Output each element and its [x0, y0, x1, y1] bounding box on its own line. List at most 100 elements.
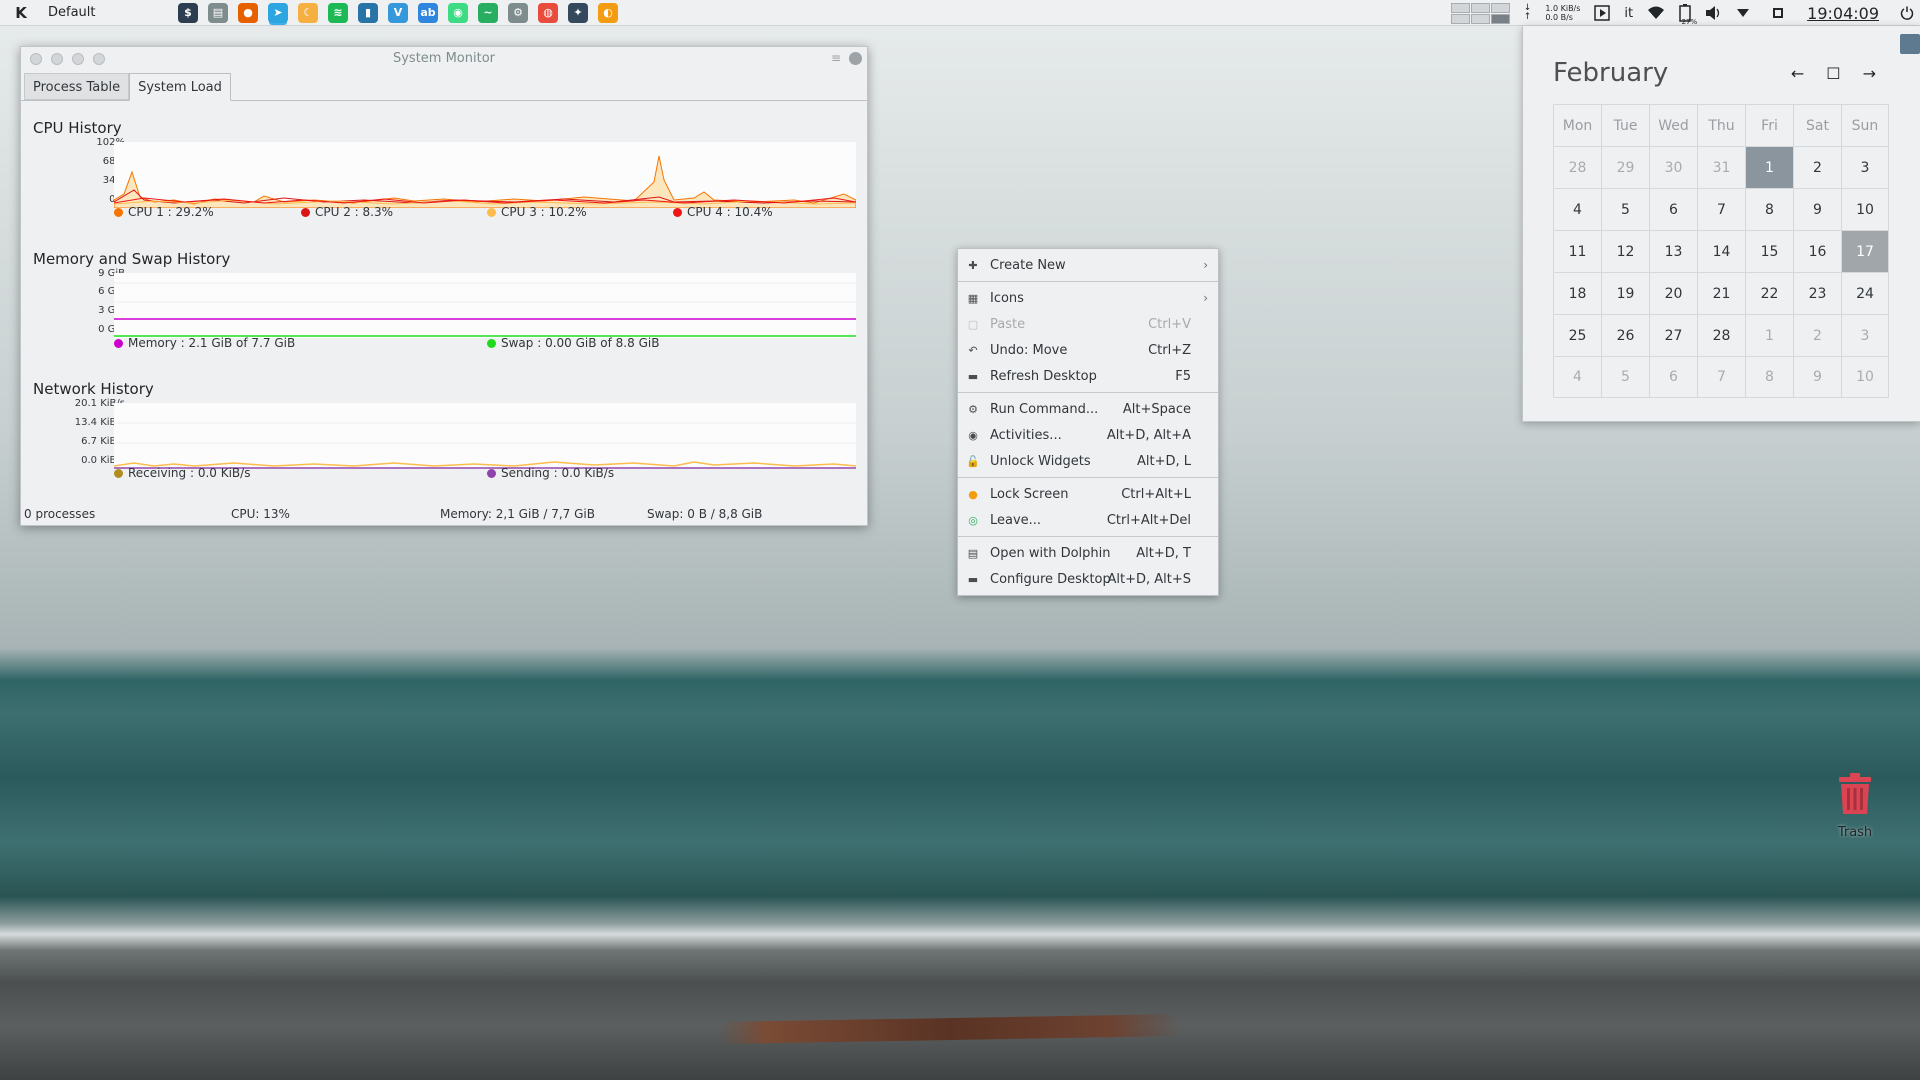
- menu-item-unlock-widgets[interactable]: 🔓 Unlock Widgets Alt+D, L: [958, 448, 1218, 474]
- calendar-day[interactable]: 9: [1793, 188, 1841, 230]
- calendar-popup: February ← ☐ → Mon Tue Wed Thu Fri Sat Sun 28 29…: [1522, 26, 1920, 422]
- calendar-day[interactable]: 9: [1793, 356, 1841, 398]
- pager-desktop-current[interactable]: [1490, 13, 1510, 24]
- calendar-day[interactable]: 15: [1745, 230, 1793, 272]
- calendar-day[interactable]: 7: [1697, 356, 1745, 398]
- calendar-day[interactable]: 14: [1697, 230, 1745, 272]
- calendar-day[interactable]: 29: [1601, 146, 1649, 188]
- calendar-month-title[interactable]: February: [1553, 58, 1668, 88]
- menu-item-leave[interactable]: ◎ Leave... Ctrl+Alt+Del: [958, 507, 1218, 533]
- calendar-day[interactable]: 30: [1649, 146, 1697, 188]
- calendar-day[interactable]: 16: [1793, 230, 1841, 272]
- calendar-day[interactable]: 19: [1601, 272, 1649, 314]
- network-speed-widget[interactable]: 1.0 KiB/s 0.0 B/s: [1545, 4, 1580, 22]
- virtual-desktop-pager[interactable]: [1450, 2, 1510, 24]
- cpu-chip-icon[interactable]: [1770, 5, 1786, 21]
- volume-icon[interactable]: [1705, 5, 1723, 21]
- pager-desktop[interactable]: [1450, 13, 1470, 24]
- power-icon[interactable]: [1900, 6, 1914, 20]
- calendar-day[interactable]: 3: [1841, 314, 1889, 356]
- pin-icon[interactable]: [1900, 34, 1920, 54]
- calendar-day[interactable]: 27: [1649, 314, 1697, 356]
- calendar-day[interactable]: 3: [1841, 146, 1889, 188]
- wifi-icon[interactable]: [1647, 6, 1665, 20]
- window-titlebar[interactable]: System Monitor ≡: [21, 47, 867, 71]
- spotify-icon[interactable]: ≋: [328, 2, 348, 23]
- calendar-day[interactable]: 21: [1697, 272, 1745, 314]
- telegram-icon[interactable]: ➤: [268, 2, 288, 23]
- calendar-day[interactable]: 1: [1745, 314, 1793, 356]
- calendar-day[interactable]: 26: [1601, 314, 1649, 356]
- calendar-day[interactable]: 4: [1553, 188, 1601, 230]
- calendar-day[interactable]: 12: [1601, 230, 1649, 272]
- calendar-day[interactable]: 23: [1793, 272, 1841, 314]
- menu-item-open-with-dolphin[interactable]: ▤ Open with Dolphin Alt+D, T: [958, 540, 1218, 566]
- window-close-button[interactable]: [849, 52, 862, 65]
- software-center-icon[interactable]: ▤: [208, 2, 228, 23]
- tray-expand-icon[interactable]: [1737, 9, 1750, 17]
- menu-item-undo-move[interactable]: ↶ Undo: Move Ctrl+Z: [958, 337, 1218, 363]
- menu-item-lock-screen[interactable]: ● Lock Screen Ctrl+Alt+L: [958, 481, 1218, 507]
- keyboard-layout-indicator[interactable]: it: [1624, 6, 1633, 21]
- menu-item-configure-desktop[interactable]: ▬ Configure Desktop Alt+D, Alt+S: [958, 566, 1218, 592]
- trash-desktop-icon[interactable]: Trash: [1820, 773, 1890, 840]
- calendar-day[interactable]: 31: [1697, 146, 1745, 188]
- window-menu-icon[interactable]: ≡: [831, 51, 841, 65]
- calendar-day[interactable]: 18: [1553, 272, 1601, 314]
- calendar-day[interactable]: 8: [1745, 188, 1793, 230]
- tab-system-load[interactable]: System Load: [129, 73, 231, 101]
- calendar-day[interactable]: 28: [1553, 146, 1601, 188]
- calendar-day[interactable]: 10: [1841, 188, 1889, 230]
- calendar-day[interactable]: 6: [1649, 356, 1697, 398]
- calendar-day[interactable]: 8: [1745, 356, 1793, 398]
- crescent-icon[interactable]: ☾: [298, 2, 318, 23]
- calendar-day-today[interactable]: 17: [1841, 230, 1889, 272]
- calendar-day[interactable]: 2: [1793, 146, 1841, 188]
- calendar-day[interactable]: 5: [1601, 356, 1649, 398]
- calendar-day[interactable]: 20: [1649, 272, 1697, 314]
- calendar-day[interactable]: 5: [1601, 188, 1649, 230]
- recorder-icon[interactable]: ◍: [538, 2, 558, 23]
- calendar-day[interactable]: 13: [1649, 230, 1697, 272]
- pager-desktop[interactable]: [1470, 2, 1490, 13]
- menu-item-run-command[interactable]: ⚙ Run Command... Alt+Space: [958, 396, 1218, 422]
- code-editor-icon[interactable]: V: [388, 2, 408, 23]
- menu-item-create-new[interactable]: ✚ Create New ›: [958, 252, 1218, 278]
- book-icon[interactable]: ▮: [358, 2, 378, 23]
- battery-icon[interactable]: 27%: [1679, 4, 1697, 26]
- android-icon[interactable]: ◉: [448, 2, 468, 23]
- media-player-icon[interactable]: [1594, 5, 1611, 21]
- calendar-day[interactable]: 6: [1649, 188, 1697, 230]
- application-launcher-icon[interactable]: K: [10, 2, 32, 24]
- digital-clock[interactable]: 19:04:09: [1807, 4, 1879, 23]
- activity-name[interactable]: Default: [48, 5, 158, 20]
- calendar-day[interactable]: 24: [1841, 272, 1889, 314]
- calendar-day-selected[interactable]: 1: [1745, 146, 1793, 188]
- today-square-icon[interactable]: ☐: [1826, 64, 1840, 83]
- menu-item-activities[interactable]: ◉ Activities... Alt+D, Alt+A: [958, 422, 1218, 448]
- terminal-icon[interactable]: $: [178, 2, 198, 23]
- calendar-day[interactable]: 28: [1697, 314, 1745, 356]
- trash-icon[interactable]: [1837, 773, 1873, 815]
- pager-desktop[interactable]: [1450, 2, 1470, 13]
- calendar-day[interactable]: 7: [1697, 188, 1745, 230]
- pager-desktop[interactable]: [1470, 13, 1490, 24]
- pager-desktop[interactable]: [1490, 2, 1510, 13]
- tab-process-table[interactable]: Process Table: [24, 73, 130, 100]
- calendar-day[interactable]: 11: [1553, 230, 1601, 272]
- calendar-day[interactable]: 2: [1793, 314, 1841, 356]
- db-browser-icon[interactable]: ab: [418, 2, 438, 23]
- orange-app-icon[interactable]: ◐: [598, 2, 618, 23]
- compass-icon[interactable]: ✦: [568, 2, 588, 23]
- next-month-arrow-icon[interactable]: →: [1863, 64, 1876, 83]
- firefox-icon[interactable]: ●: [238, 2, 258, 23]
- system-monitor-icon[interactable]: ~: [478, 2, 498, 23]
- menu-item-refresh-desktop[interactable]: ▬ Refresh Desktop F5: [958, 363, 1218, 389]
- calendar-day[interactable]: 22: [1745, 272, 1793, 314]
- settings-icon[interactable]: ⚙: [508, 2, 528, 23]
- previous-month-arrow-icon[interactable]: ←: [1791, 64, 1804, 83]
- menu-item-icons[interactable]: ▦ Icons ›: [958, 285, 1218, 311]
- calendar-day[interactable]: 4: [1553, 356, 1601, 398]
- calendar-day[interactable]: 25: [1553, 314, 1601, 356]
- calendar-day[interactable]: 10: [1841, 356, 1889, 398]
